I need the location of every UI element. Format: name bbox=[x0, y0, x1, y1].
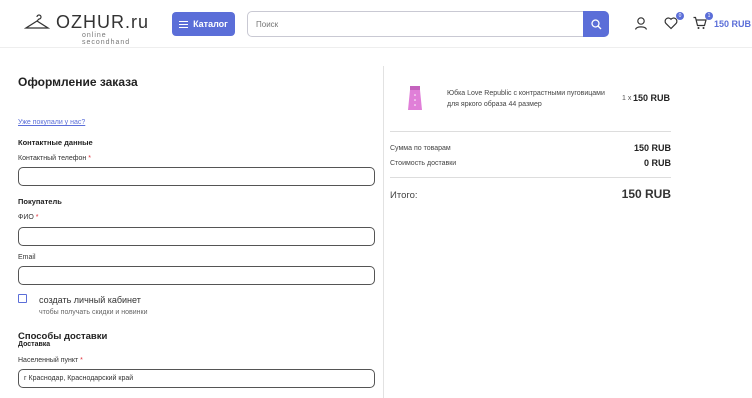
fio-label: ФИО * bbox=[18, 214, 39, 221]
logo[interactable]: OZHUR.ru online secondhand bbox=[24, 10, 148, 46]
product-name[interactable]: Юбка Love Republic с контрастными пугови… bbox=[447, 88, 609, 110]
menu-icon bbox=[179, 20, 189, 28]
buyer-section-title: Покупатель bbox=[18, 197, 62, 206]
total-value: 150 RUB bbox=[621, 187, 671, 201]
account-button[interactable] bbox=[634, 16, 650, 32]
delivery-cost-label: Стоимость доставки bbox=[390, 160, 457, 167]
favorites-button[interactable]: 0 bbox=[664, 12, 684, 32]
cart-total[interactable]: 150 RUB bbox=[714, 19, 751, 29]
catalog-button[interactable]: Каталог bbox=[172, 12, 235, 36]
header: OZHUR.ru online secondhand Каталог 0 bbox=[0, 0, 752, 48]
city-field[interactable]: г Краснодар, Краснодарский край bbox=[18, 369, 375, 388]
hanger-icon bbox=[24, 14, 50, 29]
goods-sum-label: Сумма по товарам bbox=[390, 145, 451, 152]
goods-sum-value: 150 RUB bbox=[633, 143, 671, 153]
page-title: Оформление заказа bbox=[18, 75, 138, 89]
catalog-label: Каталог bbox=[193, 19, 228, 29]
email-field[interactable] bbox=[18, 266, 375, 285]
logo-subtitle: online secondhand bbox=[82, 32, 131, 46]
create-account-hint: чтобы получать скидки и новинки bbox=[39, 309, 148, 316]
phone-field[interactable] bbox=[18, 167, 375, 186]
returning-customer-link[interactable]: Уже покупали у нас? bbox=[18, 119, 85, 126]
search-bar bbox=[247, 11, 609, 37]
delivery-subtitle: Доставка bbox=[18, 341, 51, 348]
product-quantity: 1 x bbox=[622, 95, 632, 102]
product-price: 150 RUB bbox=[633, 93, 671, 103]
favorites-badge: 0 bbox=[676, 12, 684, 20]
create-account-label[interactable]: создать личный кабинет bbox=[39, 295, 141, 305]
delivery-cost-value: 0 RUB bbox=[643, 158, 671, 168]
search-icon bbox=[590, 18, 601, 29]
logo-text: OZHUR.ru bbox=[56, 12, 149, 32]
fio-field[interactable] bbox=[18, 227, 375, 246]
search-input[interactable] bbox=[256, 12, 576, 36]
skirt-icon bbox=[408, 86, 422, 110]
total-divider bbox=[390, 177, 671, 178]
contacts-section-title: Контактные данные bbox=[18, 138, 93, 147]
create-account-checkbox[interactable] bbox=[18, 294, 27, 303]
total-label: Итого: bbox=[390, 190, 418, 201]
user-icon bbox=[634, 17, 648, 30]
cart-button[interactable]: 1 bbox=[693, 12, 713, 32]
phone-label: Контактный телефон * bbox=[18, 155, 91, 162]
search-button[interactable] bbox=[583, 11, 609, 37]
email-label: Email bbox=[18, 254, 36, 261]
cart-badge: 1 bbox=[705, 12, 713, 20]
summary-divider bbox=[390, 131, 671, 132]
city-label: Населенный пункт * bbox=[18, 357, 83, 364]
column-divider bbox=[383, 66, 384, 398]
